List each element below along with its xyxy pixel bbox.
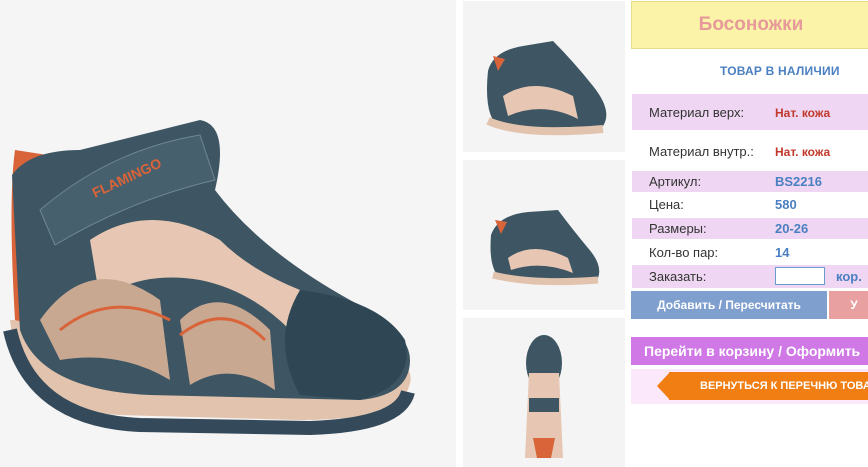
spec-label: Материал внутр.:: [649, 144, 754, 159]
spec-row-pairs: Кол-во пар: 14: [632, 242, 868, 264]
spec-value: 14: [775, 245, 790, 260]
spec-row-sizes: Размеры: 20-26: [632, 218, 868, 239]
main-product-image[interactable]: FLAMINGO: [0, 0, 456, 467]
stock-status: ТОВАР В НАЛИЧИИ: [720, 64, 840, 78]
spec-value: Нат. кожа: [775, 145, 831, 159]
spec-row-material-inner: Материал внутр.: Нат. кожа: [632, 133, 868, 169]
thumbnail-outer-view[interactable]: [463, 160, 625, 310]
thumbnail-side-view[interactable]: [463, 1, 625, 152]
price-value: 580: [775, 197, 797, 212]
spec-row-order: Заказать: кор.: [632, 265, 868, 288]
spec-row-material-top: Материал верх: Нат. кожа: [632, 94, 868, 130]
product-title: Босоножки: [631, 1, 868, 49]
order-unit: кор.: [836, 269, 862, 284]
order-quantity-input[interactable]: [775, 267, 825, 285]
spec-row-article: Артикул: BS2216: [632, 171, 868, 192]
spec-label: Размеры:: [649, 221, 707, 236]
back-to-list-button[interactable]: ВЕРНУТЬСЯ К ПЕРЕЧНЮ ТОВАРОВ: [669, 372, 868, 400]
spec-value: 20-26: [775, 221, 809, 236]
spec-value: Нат. кожа: [775, 106, 831, 120]
spec-label: Артикул:: [649, 174, 702, 189]
spec-label: Заказать:: [649, 269, 707, 284]
go-to-cart-button[interactable]: Перейти в корзину / Оформить: [631, 337, 868, 365]
delete-button[interactable]: У: [829, 291, 868, 319]
add-recalculate-button[interactable]: Добавить / Пересчитать: [631, 291, 827, 319]
spec-label: Кол-во пар:: [649, 245, 719, 260]
spec-label: Цена:: [649, 197, 684, 212]
thumbnail-top-view[interactable]: [463, 318, 625, 467]
spec-row-price: Цена: 580: [632, 194, 868, 216]
spec-value: BS2216: [775, 174, 822, 189]
spec-label: Материал верх:: [649, 105, 745, 120]
